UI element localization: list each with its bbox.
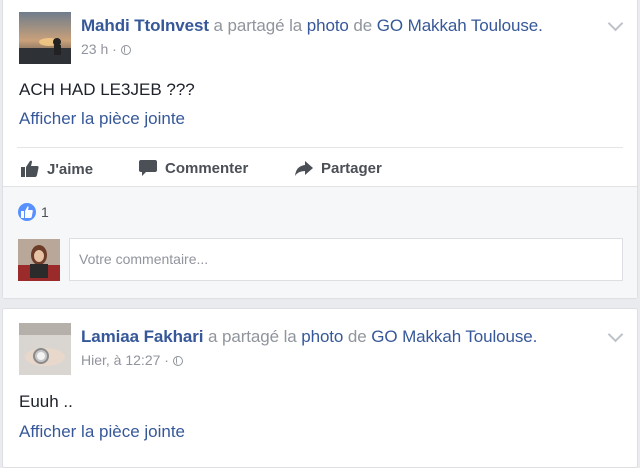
like-button[interactable]: J'aime <box>21 160 93 181</box>
post-header: Lamiaa Fakhari a partagé la photo de GO … <box>19 323 627 375</box>
post-meta: 23 h · <box>81 41 131 57</box>
share-arrow-icon <box>295 161 313 180</box>
post-timestamp[interactable]: Hier, à 12:27 · <box>81 352 169 368</box>
post-text: ACH HAD LE3JEB ??? <box>19 80 195 99</box>
feed-post: Mahdi TtoInvest a partagé la photo de GO… <box>2 0 638 299</box>
page-link[interactable]: GO Makkah Toulouse. <box>377 16 543 35</box>
post-footer: 1 Votre commentaire... <box>3 186 637 298</box>
feed-post: Lamiaa Fakhari a partagé la photo de GO … <box>2 308 638 468</box>
post-meta: Hier, à 12:27 · <box>81 352 183 368</box>
de-text: de <box>347 327 367 346</box>
page-link[interactable]: GO Makkah Toulouse. <box>371 327 537 346</box>
thumbs-up-icon <box>21 160 39 181</box>
comment-button[interactable]: Commenter <box>139 160 248 180</box>
globe-icon[interactable] <box>120 45 131 55</box>
photo-link[interactable]: photo <box>301 327 343 346</box>
show-attachment-link[interactable]: Afficher la pièce jointe <box>19 109 185 129</box>
globe-icon[interactable] <box>172 356 183 366</box>
post-header: Mahdi TtoInvest a partagé la photo de GO… <box>19 12 627 64</box>
show-attachment-link[interactable]: Afficher la pièce jointe <box>19 422 185 442</box>
post-text: Euuh .. <box>19 392 73 411</box>
shared-text: a partagé la <box>208 327 297 346</box>
shared-text: a partagé la <box>213 16 303 35</box>
author-avatar[interactable] <box>19 323 71 375</box>
author-name[interactable]: Mahdi TtoInvest <box>81 16 209 35</box>
post-header-line: Mahdi TtoInvest a partagé la photo de GO… <box>81 16 543 36</box>
author-name[interactable]: Lamiaa Fakhari <box>81 327 203 346</box>
post-timestamp[interactable]: 23 h · <box>81 41 117 57</box>
reactions-summary[interactable]: 1 <box>18 203 49 221</box>
like-count: 1 <box>41 204 49 220</box>
like-reaction-icon <box>18 203 36 221</box>
post-header-line: Lamiaa Fakhari a partagé la photo de GO … <box>81 327 537 347</box>
comment-input[interactable]: Votre commentaire... <box>69 238 623 281</box>
de-text: de <box>353 16 373 35</box>
author-avatar[interactable] <box>19 12 71 64</box>
share-button[interactable]: Partager <box>295 160 382 180</box>
current-user-avatar <box>18 239 60 281</box>
speech-bubble-icon <box>139 160 157 180</box>
photo-link[interactable]: photo <box>307 16 349 35</box>
